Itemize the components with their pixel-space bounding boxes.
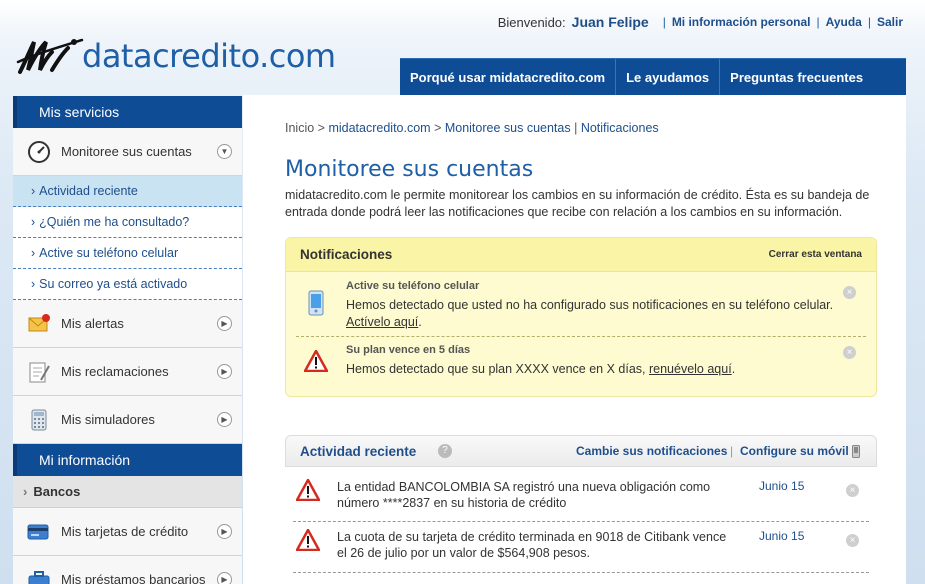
- crumb-page: Notificaciones: [580, 121, 659, 135]
- chevron-right-icon[interactable]: ▶: [217, 364, 232, 379]
- activity-title: Actividad reciente: [300, 443, 417, 459]
- sidebar-item-label: Mis préstamos bancarios: [61, 572, 206, 584]
- sidebar-item-label: Mis reclamaciones: [61, 364, 169, 379]
- recent-activity-panel: Actividad reciente ? Cambie sus notifica…: [285, 435, 877, 573]
- change-notifications-link[interactable]: Cambie sus notificaciones: [576, 444, 727, 458]
- mobile-phone-icon: [296, 278, 336, 331]
- nav-faq[interactable]: Preguntas frecuentes: [720, 59, 873, 95]
- mobile-phone-icon: [852, 445, 860, 463]
- page-title: Monitoree sus cuentas: [285, 157, 534, 182]
- notification-text: Hemos detectado que su plan XXXX vence e…: [346, 362, 646, 376]
- sidebar-sub-email-activated[interactable]: › Su correo ya está activado: [13, 269, 242, 300]
- activity-date[interactable]: Junio 15: [759, 479, 804, 493]
- warning-icon: [296, 342, 336, 378]
- activity-text: La cuota de su tarjeta de crédito termin…: [337, 530, 727, 560]
- configure-mobile-link[interactable]: Configure su móvil: [740, 444, 849, 458]
- sidebar-item-label: Mis alertas: [61, 316, 124, 331]
- sidebar-item-credit-cards[interactable]: Mis tarjetas de crédito ▶: [13, 508, 242, 556]
- dismiss-icon[interactable]: ×: [846, 484, 859, 497]
- chevron-right-icon[interactable]: ▶: [217, 524, 232, 539]
- document-pencil-icon: [27, 360, 51, 384]
- sidebar-item-loans[interactable]: Mis préstamos bancarios ▶: [13, 556, 242, 584]
- my-info-heading: Mi información: [13, 444, 242, 476]
- activity-text: La entidad BANCOLOMBIA SA registró una n…: [337, 480, 711, 510]
- crumb-home[interactable]: Inicio: [285, 121, 314, 135]
- activate-here-link[interactable]: Actívelo aquí: [346, 315, 418, 329]
- welcome-label: Bienvenido:: [497, 14, 566, 30]
- sidebar-item-label: Mis tarjetas de crédito: [61, 524, 189, 539]
- services-heading: Mis servicios: [13, 96, 242, 128]
- sidebar-sub-recent-activity[interactable]: › Actividad reciente: [13, 176, 242, 207]
- sidebar-item-monitor[interactable]: Monitoree sus cuentas ▼: [13, 128, 242, 176]
- notifications-title: Notificaciones: [300, 247, 393, 262]
- activity-date[interactable]: Junio 15: [759, 529, 804, 543]
- sidebar-item-alerts[interactable]: Mis alertas ▶: [13, 300, 242, 348]
- notification-item: Active su teléfono celular Hemos detecta…: [296, 278, 866, 331]
- credit-card-icon: [27, 520, 51, 544]
- sidebar-item-claims[interactable]: Mis reclamaciones ▶: [13, 348, 242, 396]
- sidebar-item-label: Mis simuladores: [61, 412, 155, 427]
- renew-here-link[interactable]: renuévelo aquí: [649, 362, 732, 376]
- notification-text: Hemos detectado que usted no ha configur…: [346, 298, 834, 312]
- help-link[interactable]: Ayuda: [826, 15, 862, 29]
- dismiss-icon[interactable]: ×: [843, 286, 856, 299]
- my-info-link[interactable]: Mi información personal: [672, 15, 811, 29]
- user-links: Bienvenido: Juan Felipe | Mi información…: [497, 14, 903, 30]
- breadcrumb: Inicio > midatacredito.com > Monitoree s…: [285, 121, 659, 135]
- notification-title: Su plan vence en 5 días: [346, 344, 471, 356]
- activity-row: La cuota de su tarjeta de crédito termin…: [293, 529, 869, 561]
- chevron-down-icon[interactable]: ▼: [217, 144, 232, 159]
- sidebar-item-label: Monitoree sus cuentas: [61, 144, 192, 159]
- sidebar-sub-who-consulted[interactable]: › ¿Quién me ha consultado?: [13, 207, 242, 238]
- calculator-icon: [27, 408, 51, 432]
- activity-row: La entidad BANCOLOMBIA SA registró una n…: [293, 479, 869, 511]
- page-description: midatacredito.com le permite monitorear …: [285, 188, 870, 219]
- sidebar: Mis servicios Monitoree sus cuentas ▼ › A…: [13, 96, 242, 584]
- warning-icon: [293, 529, 323, 561]
- main-content: Inicio > midatacredito.com > Monitoree s…: [243, 95, 906, 584]
- crumb-section[interactable]: Monitoree sus cuentas: [445, 121, 571, 135]
- nav-help-you[interactable]: Le ayudamos: [616, 59, 721, 95]
- briefcase-icon: [27, 568, 51, 584]
- sidebar-item-simulators[interactable]: Mis simuladores ▶: [13, 396, 242, 444]
- notification-item: Su plan vence en 5 días Hemos detectado …: [296, 342, 866, 378]
- user-name: Juan Felipe: [571, 14, 649, 30]
- top-nav: Porqué usar midatacredito.com Le ayudamo…: [400, 58, 906, 95]
- sidebar-category-banks[interactable]: › Bancos: [13, 476, 242, 508]
- close-window-link[interactable]: Cerrar esta ventana: [769, 249, 862, 260]
- chevron-right-icon[interactable]: ▶: [217, 572, 232, 584]
- dismiss-icon[interactable]: ×: [843, 346, 856, 359]
- envelope-alert-icon: [27, 312, 51, 336]
- chevron-right-icon[interactable]: ▶: [217, 412, 232, 427]
- gauge-icon: [27, 140, 51, 164]
- sidebar-sub-activate-phone[interactable]: › Active su teléfono celular: [13, 238, 242, 269]
- mi-logo-icon: [16, 38, 84, 74]
- notification-title: Active su teléfono celular: [346, 280, 480, 292]
- chevron-right-icon: ›: [23, 484, 28, 499]
- logo-text: datacredito.com: [82, 37, 336, 75]
- chevron-right-icon[interactable]: ▶: [217, 316, 232, 331]
- nav-why-use[interactable]: Porqué usar midatacredito.com: [400, 59, 617, 95]
- notifications-panel: Notificaciones Cerrar esta ventana Activ…: [285, 237, 877, 397]
- warning-icon: [293, 479, 323, 511]
- dismiss-icon[interactable]: ×: [846, 534, 859, 547]
- logout-link[interactable]: Salir: [877, 15, 903, 29]
- help-icon[interactable]: ?: [438, 444, 452, 458]
- crumb-site[interactable]: midatacredito.com: [328, 121, 430, 135]
- site-logo[interactable]: datacredito.com: [16, 26, 336, 76]
